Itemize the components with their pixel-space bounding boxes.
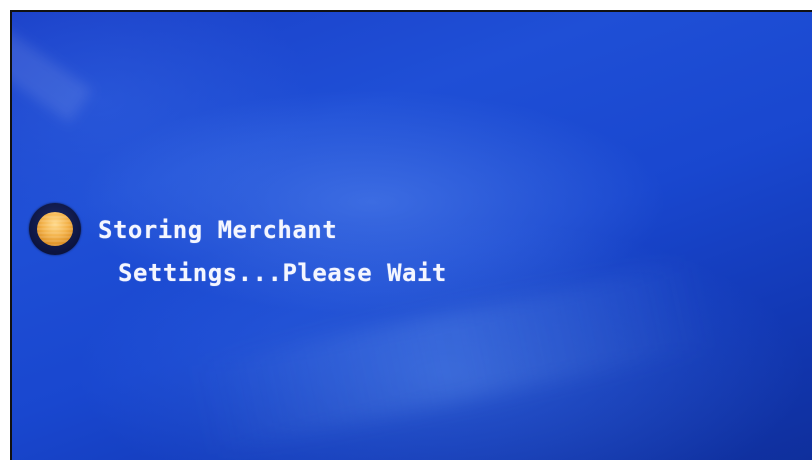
status-message-line1: Storing Merchant <box>98 216 338 244</box>
orb-fill <box>37 212 73 246</box>
device-bezel: Storing Merchant Settings...Please Wait <box>0 0 812 460</box>
screen-glare <box>12 21 93 123</box>
status-message-line2: Settings...Please Wait <box>118 259 447 287</box>
terminal-screen: Storing Merchant Settings...Please Wait <box>10 10 812 460</box>
background-streak <box>188 258 716 456</box>
status-orb-icon <box>29 203 81 255</box>
